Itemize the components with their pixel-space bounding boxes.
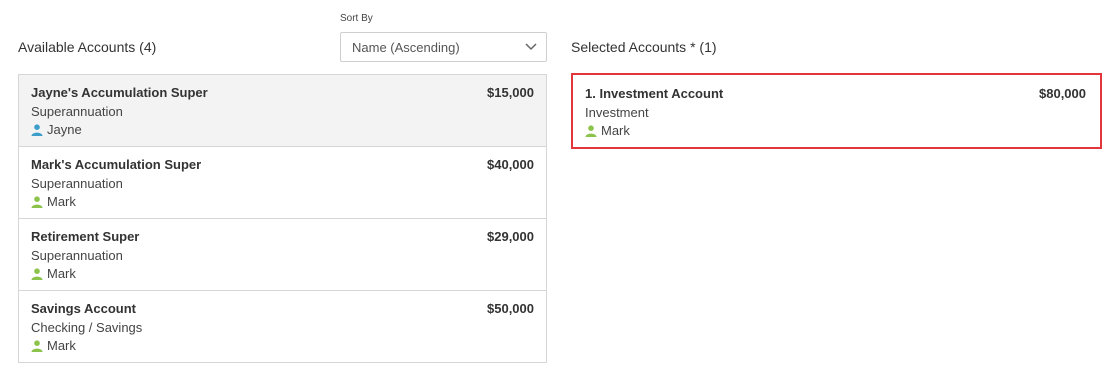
account-owner: Mark — [31, 338, 76, 353]
user-icon — [31, 123, 43, 136]
account-name: 1. Investment Account — [585, 86, 724, 101]
owner-name: Mark — [47, 338, 76, 353]
sort-by-label: Sort By — [340, 13, 373, 24]
owner-name: Mark — [47, 266, 76, 281]
available-accounts-title: Available Accounts (4) — [18, 39, 157, 55]
account-card[interactable]: Jayne's Accumulation Super $15,000 Super… — [19, 75, 546, 147]
account-name: Mark's Accumulation Super — [31, 157, 202, 172]
selected-accounts-title: Selected Accounts * (1) — [571, 39, 717, 55]
account-name: Jayne's Accumulation Super — [31, 85, 208, 100]
account-amount: $50,000 — [487, 301, 534, 316]
sort-by-select[interactable]: Name (Ascending) — [340, 32, 547, 62]
account-amount: $15,000 — [487, 85, 534, 100]
account-owner: Mark — [31, 194, 76, 209]
owner-name: Jayne — [47, 122, 82, 137]
account-owner: Jayne — [31, 122, 82, 137]
available-accounts-list: Jayne's Accumulation Super $15,000 Super… — [18, 74, 547, 363]
user-icon — [31, 339, 43, 352]
account-name: Savings Account — [31, 301, 136, 316]
chevron-down-icon — [516, 33, 546, 61]
account-type: Superannuation — [31, 176, 123, 191]
account-type: Superannuation — [31, 248, 123, 263]
user-icon — [31, 195, 43, 208]
user-icon — [31, 267, 43, 280]
user-icon — [585, 124, 597, 137]
account-type: Superannuation — [31, 104, 123, 119]
account-amount: $80,000 — [1039, 86, 1086, 101]
account-card[interactable]: Retirement Super $29,000 Superannuation … — [19, 219, 546, 291]
account-type: Investment — [585, 105, 649, 120]
owner-name: Mark — [47, 194, 76, 209]
account-amount: $40,000 — [487, 157, 534, 172]
owner-name: Mark — [601, 123, 630, 138]
account-owner: Mark — [31, 266, 76, 281]
sort-by-value: Name (Ascending) — [352, 39, 460, 55]
account-card[interactable]: Mark's Accumulation Super $40,000 Supera… — [19, 147, 546, 219]
account-name: Retirement Super — [31, 229, 140, 244]
account-type: Checking / Savings — [31, 320, 143, 335]
account-owner: Mark — [585, 123, 630, 138]
selected-account-card[interactable]: 1. Investment Account $80,000 Investment… — [571, 73, 1102, 149]
account-amount: $29,000 — [487, 229, 534, 244]
account-card[interactable]: Savings Account $50,000 Checking / Savin… — [19, 291, 546, 362]
